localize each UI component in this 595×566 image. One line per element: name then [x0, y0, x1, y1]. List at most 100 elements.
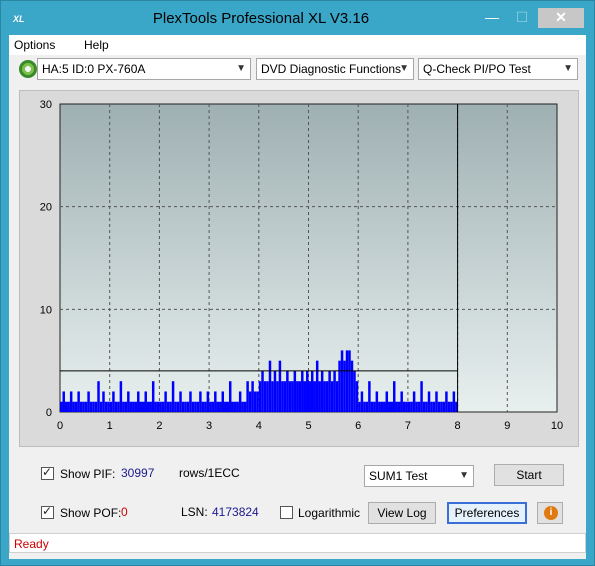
- chart-bar: [412, 391, 416, 412]
- chart-bar: [209, 401, 212, 412]
- chart-bar: [161, 401, 165, 412]
- show-pof-checkbox[interactable]: [41, 504, 54, 519]
- chart-bar: [166, 401, 170, 412]
- chart-bar: [114, 401, 118, 412]
- test-select-value: Q-Check PI/PO Test: [423, 62, 531, 76]
- sum-test-select[interactable]: SUM1 Test ▼: [364, 465, 474, 487]
- chart-bar: [268, 360, 272, 412]
- app-window: XL PlexTools Professional XL V3.16 — ☐ ✕…: [0, 0, 595, 566]
- info-button[interactable]: i: [537, 502, 563, 524]
- chart-bar: [271, 381, 274, 412]
- x-tick-label: 5: [305, 420, 311, 432]
- title-bar[interactable]: XL PlexTools Professional XL V3.16 — ☐ ✕: [1, 1, 594, 35]
- maximize-button[interactable]: ☐: [508, 8, 536, 28]
- chart-bar: [127, 391, 130, 412]
- chart-bar: [427, 391, 431, 412]
- function-select[interactable]: DVD Diagnostic Functions ▼: [256, 58, 414, 80]
- chart-bar: [151, 381, 155, 412]
- chart-bar: [176, 401, 180, 412]
- chart-bar: [144, 391, 147, 412]
- chart-bar: [380, 401, 384, 412]
- chart-bar: [201, 401, 205, 412]
- chart-bar: [238, 391, 242, 412]
- start-button[interactable]: Start: [494, 464, 564, 486]
- chart-bar: [216, 401, 220, 412]
- chart-bar: [92, 401, 95, 412]
- show-pif-checkbox[interactable]: [41, 465, 54, 480]
- chart-bar: [291, 381, 294, 412]
- chart-bar: [345, 350, 349, 412]
- chart-bar: [385, 391, 389, 412]
- chart-bar: [432, 401, 436, 412]
- chart-bar: [97, 381, 100, 412]
- chart-bar: [363, 401, 366, 412]
- pi-chart: 0 10 20 30 0 1 2 3 4 5 6 7 8 9 10: [40, 99, 563, 432]
- chart-bar: [102, 391, 105, 412]
- controls-panel: Show PIF: 30997 rows/1ECC Show POF: 0 LS…: [17, 455, 579, 527]
- chart-bar: [109, 401, 113, 412]
- chart-bar: [306, 370, 309, 412]
- chart-bar: [248, 391, 252, 412]
- y-tick-label: 0: [46, 407, 52, 419]
- chart-bar: [395, 401, 398, 412]
- chart-bar: [184, 401, 187, 412]
- chart-bar: [84, 401, 88, 412]
- chart-bar: [256, 391, 259, 412]
- y-tick-label: 20: [40, 202, 52, 214]
- chart-bar: [94, 401, 98, 412]
- chart-bar: [233, 401, 237, 412]
- chart-bar: [149, 401, 152, 412]
- chart-bar: [107, 401, 110, 412]
- view-log-button[interactable]: View Log: [368, 502, 436, 524]
- chart-bar: [343, 360, 346, 412]
- info-icon: i: [544, 506, 558, 520]
- chart-bar: [315, 360, 319, 412]
- chart-bar: [417, 401, 421, 412]
- chart-bar: [171, 381, 175, 412]
- chart-bar: [263, 381, 267, 412]
- chart-bar: [169, 401, 172, 412]
- chart-bar: [422, 401, 426, 412]
- x-tick-label: 9: [504, 420, 510, 432]
- chart-bar: [397, 401, 401, 412]
- chart-bar: [211, 401, 215, 412]
- chart-bar: [77, 391, 80, 412]
- chart-bar: [60, 401, 63, 412]
- chart-bar: [323, 381, 326, 412]
- chart-bar: [124, 401, 128, 412]
- drive-select[interactable]: HA:5 ID:0 PX-760A ▼: [37, 58, 251, 80]
- chart-bar: [72, 401, 75, 412]
- logarithmic-checkbox[interactable]: [280, 506, 293, 519]
- chart-bar: [253, 391, 257, 412]
- minimize-button[interactable]: —: [478, 8, 506, 28]
- chart-bar: [276, 381, 279, 412]
- rows-unit-label: rows/1ECC: [179, 466, 240, 480]
- chart-bar: [450, 401, 453, 412]
- chevron-down-icon: ▼: [459, 470, 469, 481]
- chart-bar: [447, 401, 451, 412]
- y-tick-label: 30: [40, 99, 52, 111]
- status-bar: Ready: [9, 533, 586, 553]
- chart-bar: [283, 381, 287, 412]
- chart-bar: [159, 401, 162, 412]
- test-select[interactable]: Q-Check PI/PO Test ▼: [418, 58, 578, 80]
- menu-options[interactable]: Options: [14, 38, 55, 52]
- chevron-down-icon: ▼: [399, 63, 409, 74]
- x-tick-label: 1: [107, 420, 113, 432]
- close-button[interactable]: ✕: [538, 8, 584, 28]
- chart-bar: [350, 360, 354, 412]
- client-area: Options Help HA:5 ID:0 PX-760A ▼ DVD Dia…: [9, 35, 586, 559]
- menu-help[interactable]: Help: [84, 38, 109, 52]
- chart-bar: [231, 401, 234, 412]
- chart-bar: [301, 370, 304, 412]
- chart-bar: [318, 381, 321, 412]
- chart-bar: [392, 381, 396, 412]
- chart-bar: [335, 381, 339, 412]
- chart-bar: [400, 391, 403, 412]
- drive-select-value: HA:5 ID:0 PX-760A: [42, 62, 146, 76]
- chart-bar: [440, 401, 443, 412]
- chart-bar: [67, 401, 70, 412]
- preferences-button[interactable]: Preferences: [447, 502, 527, 524]
- chart-bar: [355, 381, 359, 412]
- chart-bar: [298, 381, 302, 412]
